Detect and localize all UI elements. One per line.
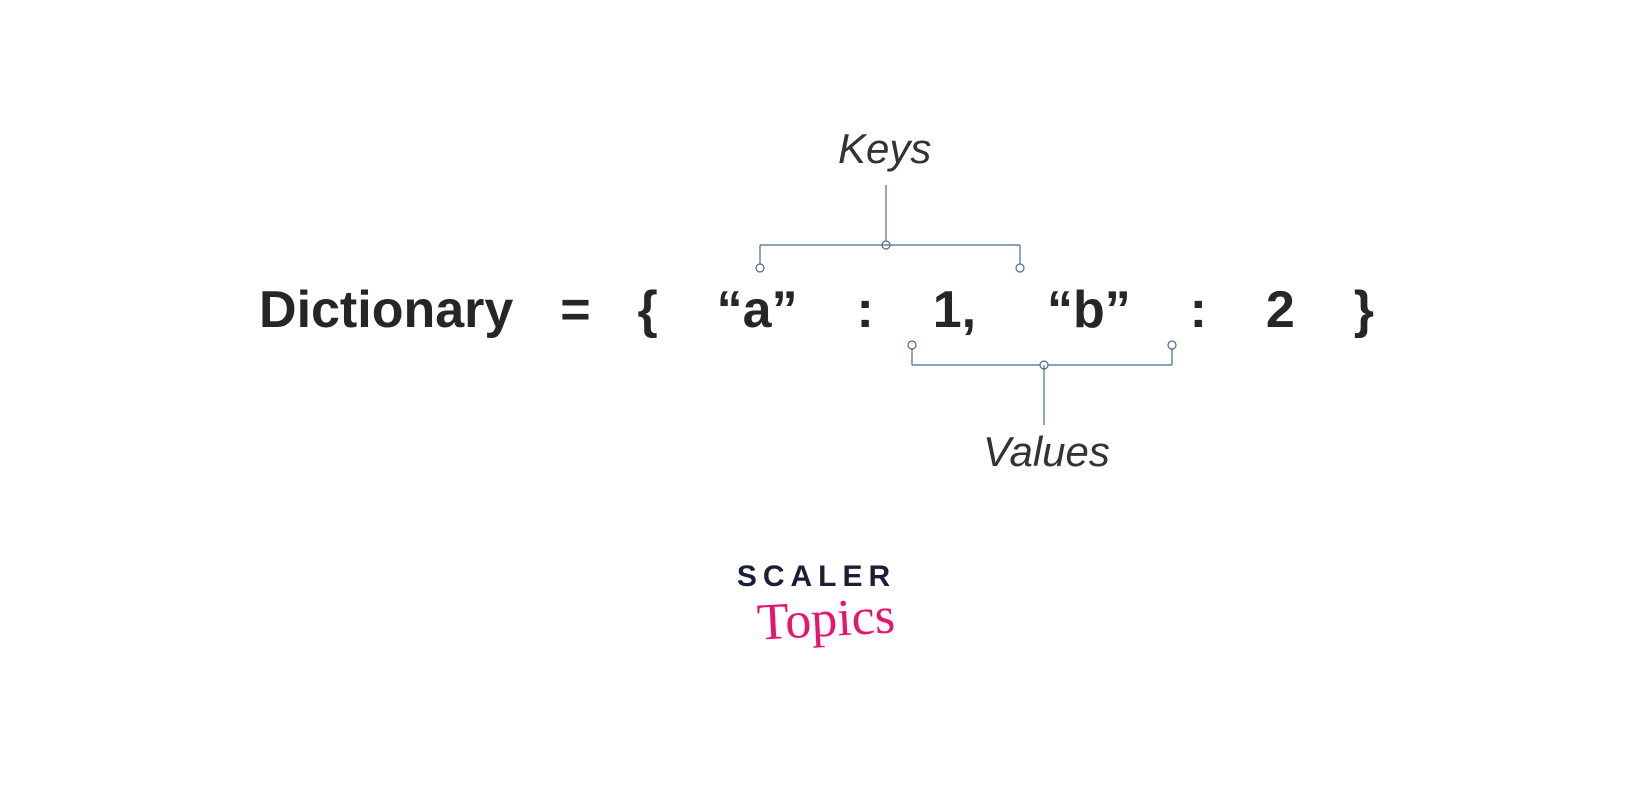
values-label: Values [983, 428, 1110, 476]
token-colon1: : [856, 280, 873, 340]
code-line: Dictionary = { “a” : 1, “b” : 2 } [0, 280, 1633, 340]
diagram-stage: Keys Dictionary = { “a” : 1, “b” : 2 } V… [0, 0, 1633, 800]
token-colon2: : [1190, 280, 1207, 340]
token-open-brace: { [638, 280, 658, 340]
logo-line1: SCALER [0, 560, 1633, 594]
logo: SCALER Topics [0, 560, 1633, 649]
keys-label: Keys [838, 125, 931, 173]
token-val-1: 1, [933, 280, 976, 340]
token-var: Dictionary [259, 280, 513, 340]
token-key-a: “a” [717, 280, 798, 340]
token-close-brace: } [1354, 280, 1374, 340]
connector-overlay [0, 0, 1633, 800]
logo-line2: Topics [755, 586, 896, 652]
token-eq: = [560, 280, 590, 340]
token-key-b: “b” [1047, 280, 1131, 340]
token-val-2: 2 [1266, 280, 1295, 340]
